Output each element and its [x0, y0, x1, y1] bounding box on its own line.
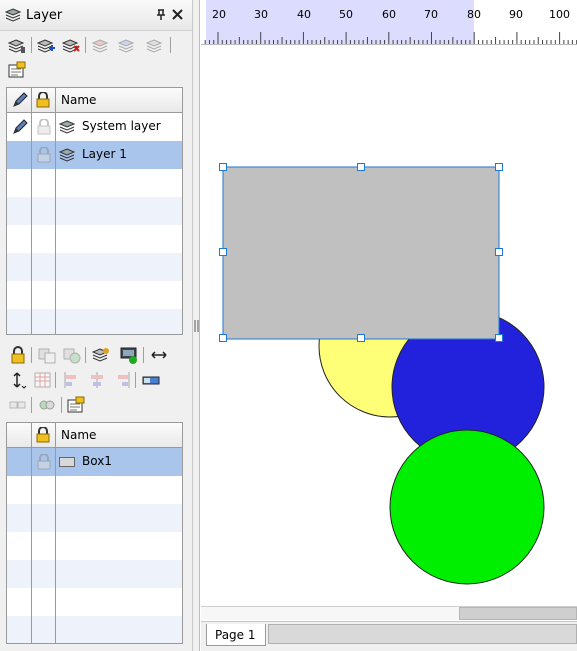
table-icon[interactable] [34, 371, 52, 389]
table-row[interactable]: Layer 1 [7, 141, 182, 169]
lock-icon[interactable] [10, 346, 28, 364]
layer-table-header: Name [7, 88, 182, 113]
drawing-canvas[interactable] [201, 45, 577, 606]
resize-handle[interactable] [495, 163, 503, 171]
column-divider [55, 88, 56, 334]
toolbar-separator [55, 372, 56, 388]
table-row [7, 476, 182, 504]
bring-front-icon[interactable] [63, 346, 81, 364]
pencil-icon [12, 92, 28, 111]
toolbar-separator [135, 372, 136, 388]
toolbar-separator [31, 397, 32, 413]
align-right-icon[interactable] [113, 371, 131, 389]
lock-icon[interactable] [37, 453, 51, 473]
resize-handle[interactable] [495, 334, 503, 342]
rectangle-icon[interactable] [142, 371, 160, 389]
properties-icon[interactable] [67, 396, 85, 414]
splitter-grip-icon[interactable] [194, 320, 199, 332]
layer-move-icon[interactable] [91, 346, 110, 364]
column-divider [55, 423, 56, 643]
column-divider [31, 423, 32, 643]
lock-icon [36, 91, 50, 111]
layers-icon [58, 147, 76, 166]
toolbar-separator [143, 347, 144, 363]
close-icon[interactable] [172, 9, 183, 23]
object-table: Name Box1 [6, 422, 183, 644]
rectangle-shape-icon [59, 456, 75, 471]
flip-vertical-icon[interactable] [10, 371, 28, 389]
resize-handle[interactable] [219, 248, 227, 256]
add-layer-icon[interactable] [36, 37, 55, 55]
scrollbar-thumb[interactable] [459, 607, 577, 620]
layer-name: Layer 1 [82, 147, 127, 161]
toolbar-separator [31, 37, 32, 53]
table-row [7, 309, 182, 334]
lock-icon[interactable] [37, 118, 51, 138]
toolbar-separator [61, 397, 62, 413]
group-icon[interactable] [9, 396, 27, 414]
ruler-scale: 20 30 40 50 60 70 80 90 100 [201, 0, 577, 44]
ruler-ticks [204, 32, 577, 44]
delete-layer-icon[interactable] [61, 37, 80, 55]
green-circle-shape[interactable] [389, 429, 545, 585]
table-row [7, 253, 182, 281]
object-name-column-header: Name [61, 428, 97, 442]
table-row [7, 197, 182, 225]
resize-handle[interactable] [219, 163, 227, 171]
tab-strip-filler [268, 624, 577, 644]
toolbar-separator [170, 37, 171, 53]
column-divider [31, 88, 32, 334]
panel-header: Layer [0, 0, 192, 31]
flip-horizontal-icon[interactable] [150, 346, 168, 364]
layer-name-column-header: Name [61, 93, 97, 107]
layer-table: Name System layer Layer 1 [6, 87, 183, 335]
tab-page-1[interactable]: Page 1 [206, 624, 266, 646]
export-icon[interactable] [120, 346, 138, 364]
layer-name: System layer [82, 119, 161, 133]
pencil-icon [12, 119, 28, 138]
resize-handle[interactable] [219, 334, 227, 342]
toolbar-separator [31, 347, 32, 363]
send-back-icon[interactable] [38, 346, 56, 364]
toolbar-separator [85, 347, 86, 363]
layer-merge-icon[interactable] [145, 37, 164, 55]
layer-settings-icon[interactable] [8, 61, 26, 79]
lock-icon [36, 426, 50, 446]
table-row [7, 281, 182, 309]
layers-icon [58, 119, 76, 138]
object-name: Box1 [82, 454, 112, 468]
layer-up-icon[interactable] [91, 37, 110, 55]
page-tab-label: Page 1 [215, 628, 256, 642]
align-center-icon[interactable] [88, 371, 106, 389]
resize-handle[interactable] [357, 163, 365, 171]
pin-icon[interactable] [156, 9, 166, 24]
table-row[interactable]: Box1 [7, 448, 182, 476]
box1-rectangle-shape[interactable] [222, 166, 500, 340]
layers-properties-icon[interactable] [7, 37, 26, 55]
resize-handle[interactable] [495, 248, 503, 256]
resize-handle[interactable] [357, 334, 365, 342]
toolbar-separator [85, 37, 86, 53]
align-left-icon[interactable] [63, 371, 81, 389]
table-row [7, 504, 182, 532]
layers-icon [4, 7, 22, 26]
object-table-header: Name [7, 423, 182, 448]
lock-icon[interactable] [37, 146, 51, 166]
ungroup-icon[interactable] [38, 396, 56, 414]
table-row [7, 225, 182, 253]
table-row [7, 588, 182, 616]
table-row [7, 616, 182, 643]
table-row [7, 169, 182, 197]
table-row [7, 532, 182, 560]
layer-down-icon[interactable] [117, 37, 136, 55]
panel-title: Layer [26, 8, 63, 23]
table-row[interactable]: System layer [7, 113, 182, 141]
table-row [7, 560, 182, 588]
